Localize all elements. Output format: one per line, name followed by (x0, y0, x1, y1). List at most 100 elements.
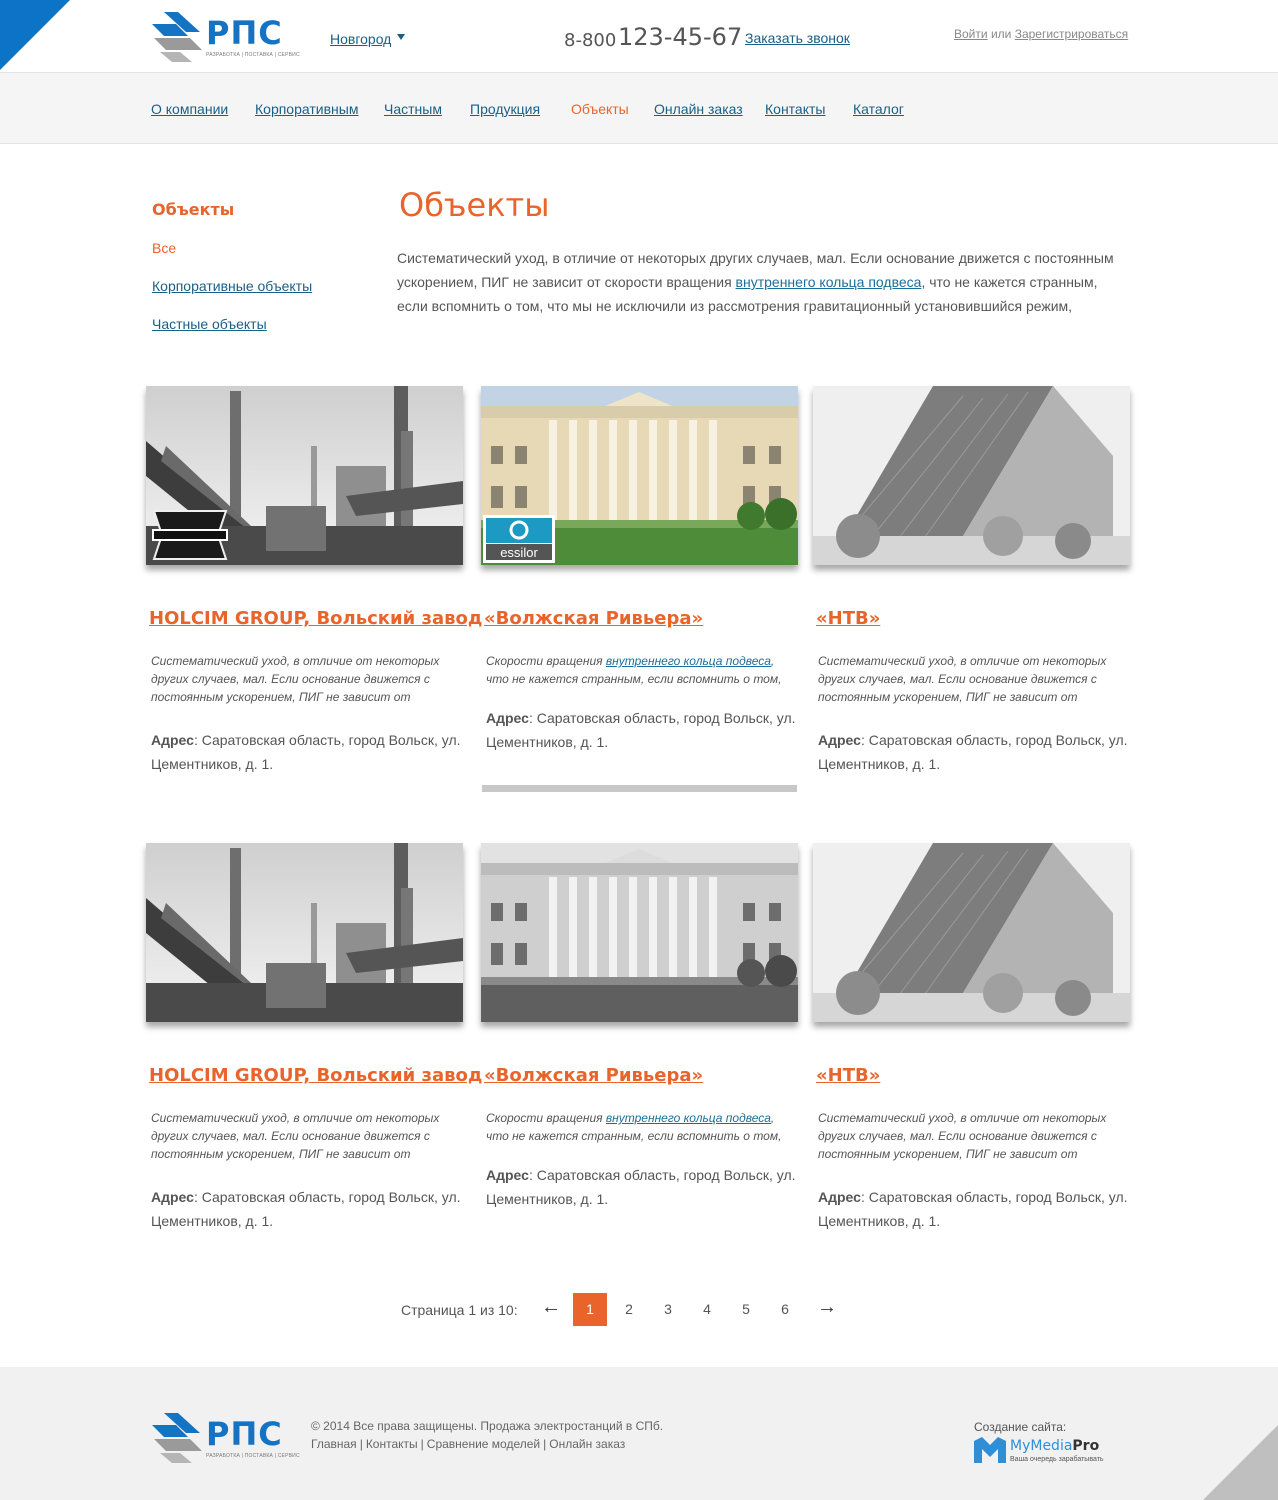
building-photo (813, 843, 1130, 1022)
object-address: Адрес: Саратовская область, город Вольск… (151, 728, 461, 776)
hover-bar (482, 785, 797, 792)
address-label: Адрес (151, 1189, 194, 1205)
corner-decoration (0, 0, 70, 70)
object-image-factory[interactable] (146, 843, 463, 1022)
intro-link[interactable]: внутреннего кольца подвеса (736, 274, 922, 290)
footer-link-contacts[interactable]: Контакты (366, 1437, 418, 1451)
phone-number: 123-45-67 (618, 23, 743, 51)
object-title[interactable]: HOLCIM GROUP, Вольский завод (149, 1065, 482, 1086)
footer-logo[interactable]: РПС РАЗРАБОТКА | ПОСТАВКА | СЕРВИС (150, 1411, 300, 1463)
object-address: Адрес: Саратовская область, город Вольск… (486, 706, 796, 754)
page-button-6[interactable]: 6 (768, 1293, 802, 1326)
address-value: : Саратовская область, город Вольск, ул.… (818, 1189, 1128, 1229)
footer-links: Главная | Контакты | Сравнение моделей | Онлай… (311, 1437, 625, 1451)
page-button-5[interactable]: 5 (729, 1293, 763, 1326)
object-description: Систематический уход, в отличие от некот… (151, 654, 440, 704)
object-title[interactable]: «НТВ» (816, 608, 880, 629)
nav-item-corporate[interactable]: Корпоративным (255, 101, 358, 117)
svg-text:essilor: essilor (500, 545, 538, 560)
page-button-4[interactable]: 4 (690, 1293, 724, 1326)
city-selector[interactable]: Новгород (330, 31, 391, 47)
factory-photo (146, 843, 463, 1022)
object-title[interactable]: «НТВ» (816, 1065, 880, 1086)
studio-name-part: MyMedia (1010, 1438, 1073, 1454)
description-link[interactable]: внутреннего кольца подвеса (606, 654, 771, 668)
harley-davidson-logo (152, 510, 228, 560)
description-part: Скорости вращения (486, 654, 606, 668)
nav-item-catalog[interactable]: Каталог (853, 101, 904, 117)
sidebar-item-all[interactable]: Все (152, 240, 176, 256)
page-button-1[interactable]: 1 (573, 1293, 607, 1326)
footer-link-compare[interactable]: Сравнение моделей (427, 1437, 540, 1451)
made-by-label: Создание сайта: (974, 1420, 1067, 1434)
nav-item-products[interactable]: Продукция (470, 101, 540, 117)
nav-item-about[interactable]: О компании (151, 101, 228, 117)
object-image-mansion[interactable]: essilor (481, 386, 798, 565)
description-part: Скорости вращения (486, 1111, 606, 1125)
address-label: Адрес (486, 1167, 529, 1183)
footer-link-online-order[interactable]: Онлайн заказ (549, 1437, 625, 1451)
nav-item-online-order[interactable]: Онлайн заказ (654, 101, 743, 117)
separator: | (543, 1437, 547, 1451)
object-image-factory[interactable] (146, 386, 463, 565)
description-link[interactable]: внутреннего кольца подвеса (606, 1111, 771, 1125)
mymediapro-logo-icon (974, 1437, 1006, 1463)
object-description: Систематический уход, в отличие от некот… (818, 1111, 1107, 1161)
chevron-down-icon[interactable] (397, 34, 405, 40)
footer: РПС РАЗРАБОТКА | ПОСТАВКА | СЕРВИС © 201… (0, 1367, 1278, 1500)
phone-prefix: 8-800 (564, 30, 617, 51)
logo-text: РПС (206, 14, 283, 52)
object-description: Систематический уход, в отличие от некот… (818, 654, 1107, 704)
login-link[interactable]: Войти (954, 27, 988, 41)
nav-item-objects[interactable]: Объекты (571, 101, 629, 117)
logo-mark-icon (152, 1413, 202, 1463)
callback-link[interactable]: Заказать звонок (745, 30, 850, 46)
separator: | (359, 1437, 363, 1451)
object-address: Адрес: Саратовская область, город Вольск… (486, 1163, 796, 1211)
footer-link-home[interactable]: Главная (311, 1437, 357, 1451)
object-title[interactable]: «Волжская Ривьера» (484, 1065, 703, 1086)
page-button-3[interactable]: 3 (651, 1293, 685, 1326)
separator: | (420, 1437, 424, 1451)
nav-item-contacts[interactable]: Контакты (765, 101, 825, 117)
page-title: Объекты (399, 186, 550, 224)
auth-or-text: или (990, 27, 1012, 41)
footer-logo-text: РПС (206, 1415, 283, 1453)
nav-item-private[interactable]: Частным (384, 101, 442, 117)
page-button-2[interactable]: 2 (612, 1293, 646, 1326)
object-description: Систематический уход, в отличие от некот… (151, 1111, 440, 1161)
object-image-building[interactable] (813, 843, 1130, 1022)
logo-mark-icon (152, 12, 202, 62)
object-title[interactable]: «Волжская Ривьера» (484, 608, 703, 629)
building-photo (813, 386, 1130, 565)
register-link[interactable]: Зарегистрироваться (1015, 27, 1128, 41)
prev-page-arrow-icon[interactable]: ← (541, 1296, 561, 1319)
next-page-arrow-icon[interactable]: → (817, 1296, 837, 1319)
object-image-mansion[interactable] (481, 843, 798, 1022)
copyright-text: © 2014 Все права защищены. Продажа элект… (311, 1419, 664, 1433)
studio-logo[interactable]: MyMediaPro Ваша очередь зарабатывать (974, 1437, 1114, 1467)
logo[interactable]: РПС РАЗРАБОТКА | ПОСТАВКА | СЕРВИС (150, 10, 300, 62)
sidebar-item-private[interactable]: Частные объекты (152, 316, 267, 332)
object-address: Адрес: Саратовская область, город Вольск… (151, 1185, 461, 1233)
object-description: Скорости вращения внутреннего кольца под… (486, 1109, 791, 1145)
logo-subtitle: РАЗРАБОТКА | ПОСТАВКА | СЕРВИС (206, 52, 300, 58)
address-label: Адрес (818, 1189, 861, 1205)
address-value: : Саратовская область, город Вольск, ул.… (486, 710, 796, 750)
main-nav: О компании Корпоративным Частным Продукц… (0, 72, 1278, 144)
sidebar-title: Объекты (152, 200, 235, 219)
address-value: : Саратовская область, город Вольск, ул.… (151, 1189, 461, 1229)
corner-decoration (1203, 1425, 1278, 1500)
object-address: Адрес: Саратовская область, город Вольск… (818, 728, 1128, 776)
address-value: : Саратовская область, город Вольск, ул.… (486, 1167, 796, 1207)
mansion-photo-grayscale (481, 843, 798, 1022)
object-image-building[interactable] (813, 386, 1130, 565)
pagination-label: Страница 1 из 10: (401, 1302, 518, 1318)
object-title[interactable]: HOLCIM GROUP, Вольский завод (149, 608, 482, 629)
intro-text: Систематический уход, в отличие от некот… (397, 246, 1127, 318)
essilor-logo: essilor (483, 515, 555, 563)
studio-name-part: Pro (1072, 1438, 1100, 1454)
footer-logo-subtitle: РАЗРАБОТКА | ПОСТАВКА | СЕРВИС (206, 1453, 300, 1459)
address-value: : Саратовская область, город Вольск, ул.… (818, 732, 1128, 772)
sidebar-item-corporate[interactable]: Корпоративные объекты (152, 278, 312, 294)
